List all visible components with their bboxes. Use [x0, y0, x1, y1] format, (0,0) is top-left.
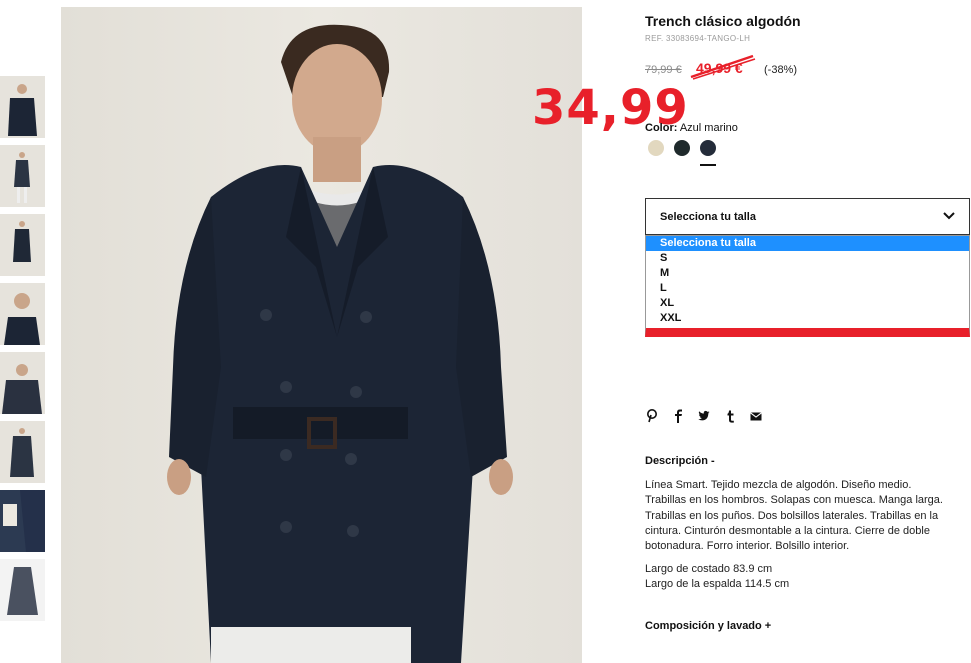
sale-price: 49,99 €	[696, 60, 743, 76]
color-label: Color:	[645, 122, 678, 134]
size-select[interactable]: Selecciona tu talla	[645, 198, 970, 235]
composition-toggle[interactable]: Composición y lavado +	[645, 620, 771, 632]
size-option-xxl[interactable]: XXL	[646, 311, 969, 326]
email-icon[interactable]	[750, 409, 762, 423]
dimension-side-length: Largo de costado 83.9 cm	[645, 563, 773, 575]
social-share	[646, 409, 762, 423]
swatch-navy[interactable]	[700, 140, 716, 166]
thumbnail-8[interactable]	[0, 559, 45, 621]
thumbnail-2[interactable]	[0, 145, 45, 207]
chevron-down-icon	[943, 212, 955, 220]
description-line: cintura. Cinturón desmontable a la cintu…	[645, 524, 930, 537]
size-dropdown-list: Selecciona tu talla S M L XL XXL	[645, 235, 970, 337]
thumbnail-5[interactable]	[0, 352, 45, 414]
description-dimensions: Largo de costado 83.9 cm Largo de la esp…	[645, 562, 789, 593]
thumbnail-1[interactable]	[0, 76, 45, 138]
color-value: Azul marino	[679, 122, 738, 134]
size-option-m[interactable]: M	[646, 266, 969, 281]
twitter-icon[interactable]	[698, 409, 710, 423]
description-line: Línea Smart. Tejido mezcla de algodón. D…	[645, 479, 912, 491]
swatch-dark-green[interactable]	[674, 140, 690, 156]
thumbnail-6[interactable]	[0, 421, 45, 483]
product-ref: REF. 33083694-TANGO-LH	[645, 34, 751, 43]
swatch-beige[interactable]	[648, 140, 664, 156]
description-text: Línea Smart. Tejido mezcla de algodón. D…	[645, 478, 965, 554]
size-select-value: Selecciona tu talla	[660, 210, 756, 223]
size-option-placeholder[interactable]: Selecciona tu talla	[646, 236, 969, 251]
product-title: Trench clásico algodón	[645, 13, 801, 29]
description-line: Trabillas en los hombros. Solapas con mu…	[645, 494, 943, 507]
size-option-l[interactable]: L	[646, 281, 969, 296]
old-price: 79,99 €	[645, 64, 682, 76]
color-swatches	[648, 140, 716, 166]
tumblr-icon[interactable]	[724, 409, 736, 423]
thumbnail-7[interactable]	[0, 490, 45, 552]
product-main-image	[61, 7, 582, 663]
thumbnail-gallery	[0, 76, 46, 628]
discount-badge: (-38%)	[764, 64, 798, 76]
description-toggle[interactable]: Descripción -	[645, 455, 715, 467]
description-line: Trabillas en los puños. Dos bolsillos la…	[645, 509, 939, 522]
facebook-icon[interactable]	[672, 409, 684, 423]
size-option-xl[interactable]: XL	[646, 296, 969, 311]
thumbnail-4[interactable]	[0, 283, 45, 345]
dimension-back-length: Largo de la espalda 114.5 cm	[645, 578, 790, 591]
size-option-s[interactable]: S	[646, 251, 969, 266]
thumbnail-3[interactable]	[0, 214, 45, 276]
color-row: Color: Azul marino	[645, 122, 738, 134]
description-line: botonadura. Forro interior. Bolsillo int…	[645, 540, 850, 553]
pinterest-icon[interactable]	[646, 409, 658, 423]
